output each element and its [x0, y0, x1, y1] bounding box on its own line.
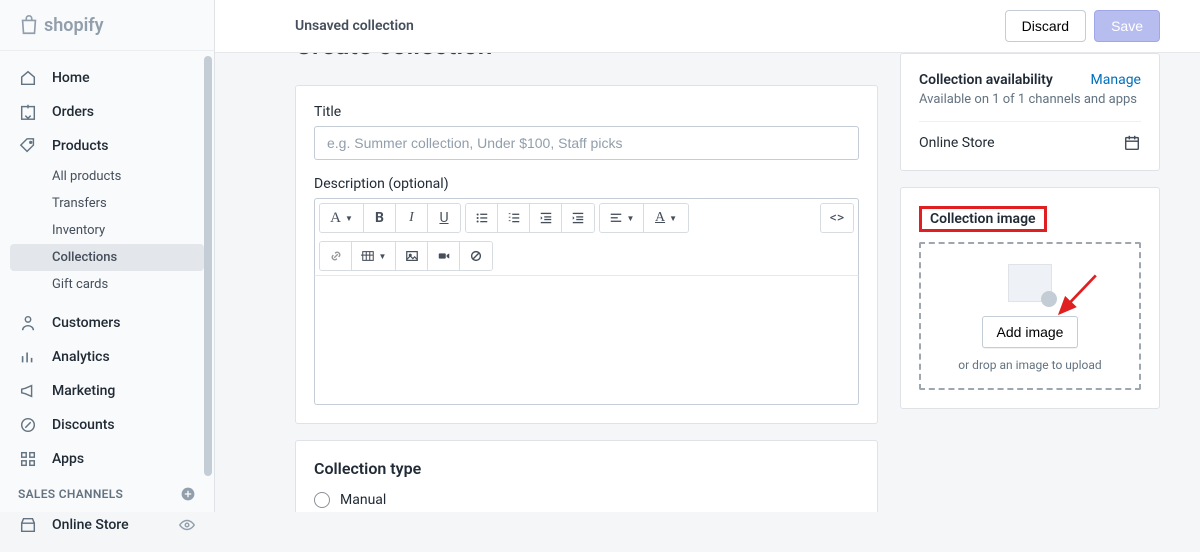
collection-image-card: Collection image Add image or drop an im…: [900, 187, 1160, 409]
image-button[interactable]: [396, 242, 428, 270]
annotation-arrow: [1049, 270, 1103, 324]
subnav-inventory[interactable]: Inventory: [0, 217, 214, 244]
align-dropdown[interactable]: ▼: [600, 204, 644, 232]
apps-icon: [18, 449, 38, 469]
topbar: Unsaved collection Discard Save: [215, 0, 1200, 53]
brand-text: shopify: [44, 15, 104, 36]
italic-button[interactable]: I: [396, 204, 428, 232]
image-dropzone[interactable]: Add image or drop an image to upload: [919, 242, 1141, 390]
subnav-gift-cards[interactable]: Gift cards: [0, 271, 214, 298]
image-placeholder-icon: [1008, 264, 1052, 302]
nav-products-label: Products: [52, 138, 109, 154]
drop-hint: or drop an image to upload: [933, 358, 1127, 372]
outdent-button[interactable]: [530, 204, 562, 232]
availability-title: Collection availability: [919, 72, 1053, 88]
html-view-button[interactable]: <>: [821, 204, 853, 232]
collection-type-title: Collection type: [314, 459, 859, 478]
manual-label: Manual: [340, 492, 386, 508]
indent-button[interactable]: [562, 204, 594, 232]
home-icon: [18, 68, 38, 88]
description-editor[interactable]: [314, 275, 859, 405]
chart-icon: [18, 347, 38, 367]
nav-orders[interactable]: Orders: [0, 95, 214, 129]
nav-apps-label: Apps: [52, 451, 84, 467]
nav-home-label: Home: [52, 70, 90, 86]
subnav-all-products[interactable]: All products: [0, 163, 214, 190]
nav-analytics-label: Analytics: [52, 349, 110, 365]
add-channel-icon[interactable]: [180, 486, 196, 502]
discard-button[interactable]: Discard: [1005, 10, 1086, 42]
sidebar: shopify Home Orders Products All product…: [0, 0, 215, 512]
tag-icon: [18, 136, 38, 156]
nav-marketing-label: Marketing: [52, 383, 115, 399]
collection-type-card: Collection type Manual Add products to t…: [295, 440, 878, 512]
availability-card: Collection availability Manage Available…: [900, 53, 1160, 171]
availability-subtitle: Available on 1 of 1 channels and apps: [919, 92, 1141, 107]
editor-toolbar: A▼ B I U ▼ A▼: [314, 198, 859, 275]
description-label: Description (optional): [314, 176, 859, 192]
title-label: Title: [314, 104, 859, 120]
nav-discounts[interactable]: Discounts: [0, 408, 214, 442]
nav-customers-label: Customers: [52, 315, 120, 331]
nav-online-store-label: Online Store: [52, 517, 129, 533]
text-color-dropdown[interactable]: A▼: [644, 204, 688, 232]
video-button[interactable]: [428, 242, 460, 270]
megaphone-icon: [18, 381, 38, 401]
orders-icon: [18, 102, 38, 122]
save-button[interactable]: Save: [1094, 10, 1160, 42]
channel-name: Online Store: [919, 135, 995, 151]
sales-channels-header: SALES CHANNELS: [0, 476, 214, 508]
nav-customers[interactable]: Customers: [0, 306, 214, 340]
nav-apps[interactable]: Apps: [0, 442, 214, 476]
manual-radio-row[interactable]: Manual: [314, 492, 859, 508]
nav-orders-label: Orders: [52, 104, 94, 120]
clear-format-button[interactable]: [460, 242, 492, 270]
title-input[interactable]: [314, 126, 859, 160]
calendar-icon[interactable]: [1123, 134, 1141, 152]
topbar-actions: Discard Save: [1005, 10, 1160, 42]
nav-marketing[interactable]: Marketing: [0, 374, 214, 408]
table-dropdown[interactable]: ▼: [352, 242, 396, 270]
link-button[interactable]: [320, 242, 352, 270]
page-title: Create collection: [295, 53, 878, 61]
nav-discounts-label: Discounts: [52, 417, 115, 433]
numbered-list-button[interactable]: [498, 204, 530, 232]
shopify-logo[interactable]: shopify: [18, 14, 196, 36]
font-style-dropdown[interactable]: A▼: [320, 204, 364, 232]
view-icon[interactable]: [178, 516, 196, 534]
nav: Home Orders Products All products Transf…: [0, 51, 214, 552]
underline-button[interactable]: U: [428, 204, 460, 232]
nav-online-store[interactable]: Online Store: [0, 508, 214, 542]
scrollbar[interactable]: [204, 56, 212, 476]
manual-radio[interactable]: [314, 492, 330, 508]
person-icon: [18, 313, 38, 333]
page-status: Unsaved collection: [295, 18, 414, 34]
discount-icon: [18, 415, 38, 435]
manage-link[interactable]: Manage: [1091, 72, 1141, 88]
main: Unsaved collection Discard Save Create c…: [215, 0, 1200, 512]
nav-products[interactable]: Products: [0, 129, 214, 163]
nav-home[interactable]: Home: [0, 61, 214, 95]
collection-image-highlight: Collection image: [919, 206, 1047, 232]
nav-analytics[interactable]: Analytics: [0, 340, 214, 374]
bullet-list-button[interactable]: [466, 204, 498, 232]
shopify-bag-icon: [18, 14, 40, 36]
title-description-card: Title Description (optional) A▼ B I U: [295, 85, 878, 424]
subnav-collections[interactable]: Collections: [10, 244, 204, 271]
store-icon: [18, 515, 38, 535]
subnav-transfers[interactable]: Transfers: [0, 190, 214, 217]
logo-area: shopify: [0, 0, 214, 51]
collection-image-title: Collection image: [930, 211, 1036, 227]
bold-button[interactable]: B: [364, 204, 396, 232]
